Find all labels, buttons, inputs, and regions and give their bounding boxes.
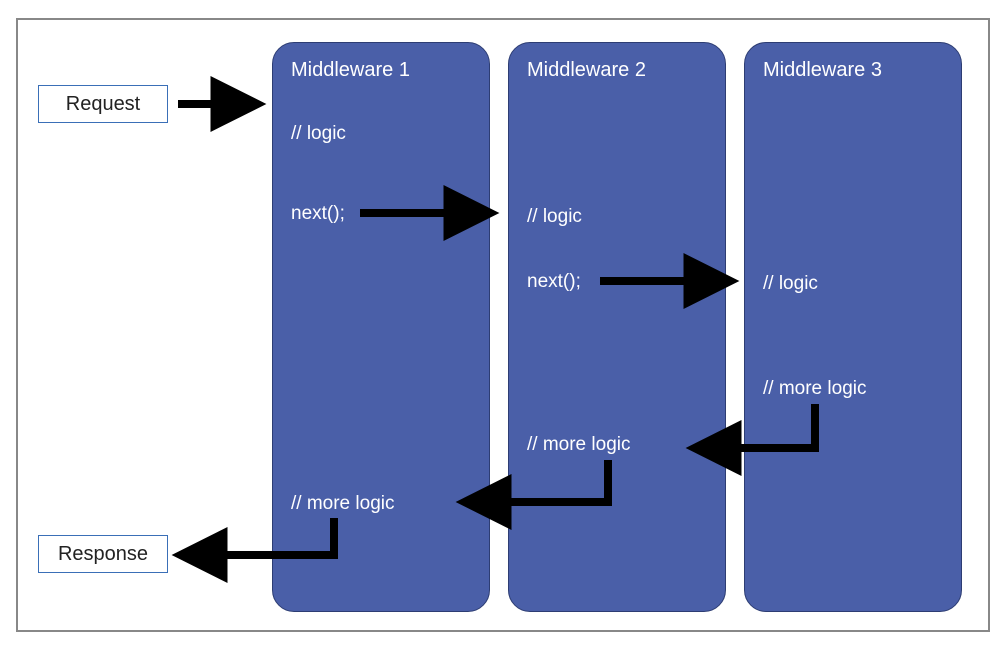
middleware-2: Middleware 2 // logic next(); // more lo… bbox=[508, 42, 726, 612]
middleware-1-more: // more logic bbox=[291, 493, 394, 515]
request-label: Request bbox=[66, 93, 141, 116]
middleware-2-title: Middleware 2 bbox=[527, 59, 707, 82]
middleware-2-logic: // logic bbox=[527, 206, 582, 228]
request-box: Request bbox=[38, 85, 168, 123]
middleware-3-more: // more logic bbox=[763, 378, 866, 400]
middleware-3-logic: // logic bbox=[763, 273, 818, 295]
middleware-2-next: next(); bbox=[527, 271, 581, 293]
middleware-1-next: next(); bbox=[291, 203, 345, 225]
middleware-2-more: // more logic bbox=[527, 434, 630, 456]
diagram-canvas: Request Response Middleware 1 // logic n… bbox=[0, 0, 1004, 650]
response-box: Response bbox=[38, 535, 168, 573]
middleware-1: Middleware 1 // logic next(); // more lo… bbox=[272, 42, 490, 612]
middleware-1-logic: // logic bbox=[291, 123, 346, 145]
middleware-3: Middleware 3 // logic // more logic bbox=[744, 42, 962, 612]
middleware-1-title: Middleware 1 bbox=[291, 59, 471, 82]
middleware-3-title: Middleware 3 bbox=[763, 59, 943, 82]
response-label: Response bbox=[58, 543, 148, 566]
